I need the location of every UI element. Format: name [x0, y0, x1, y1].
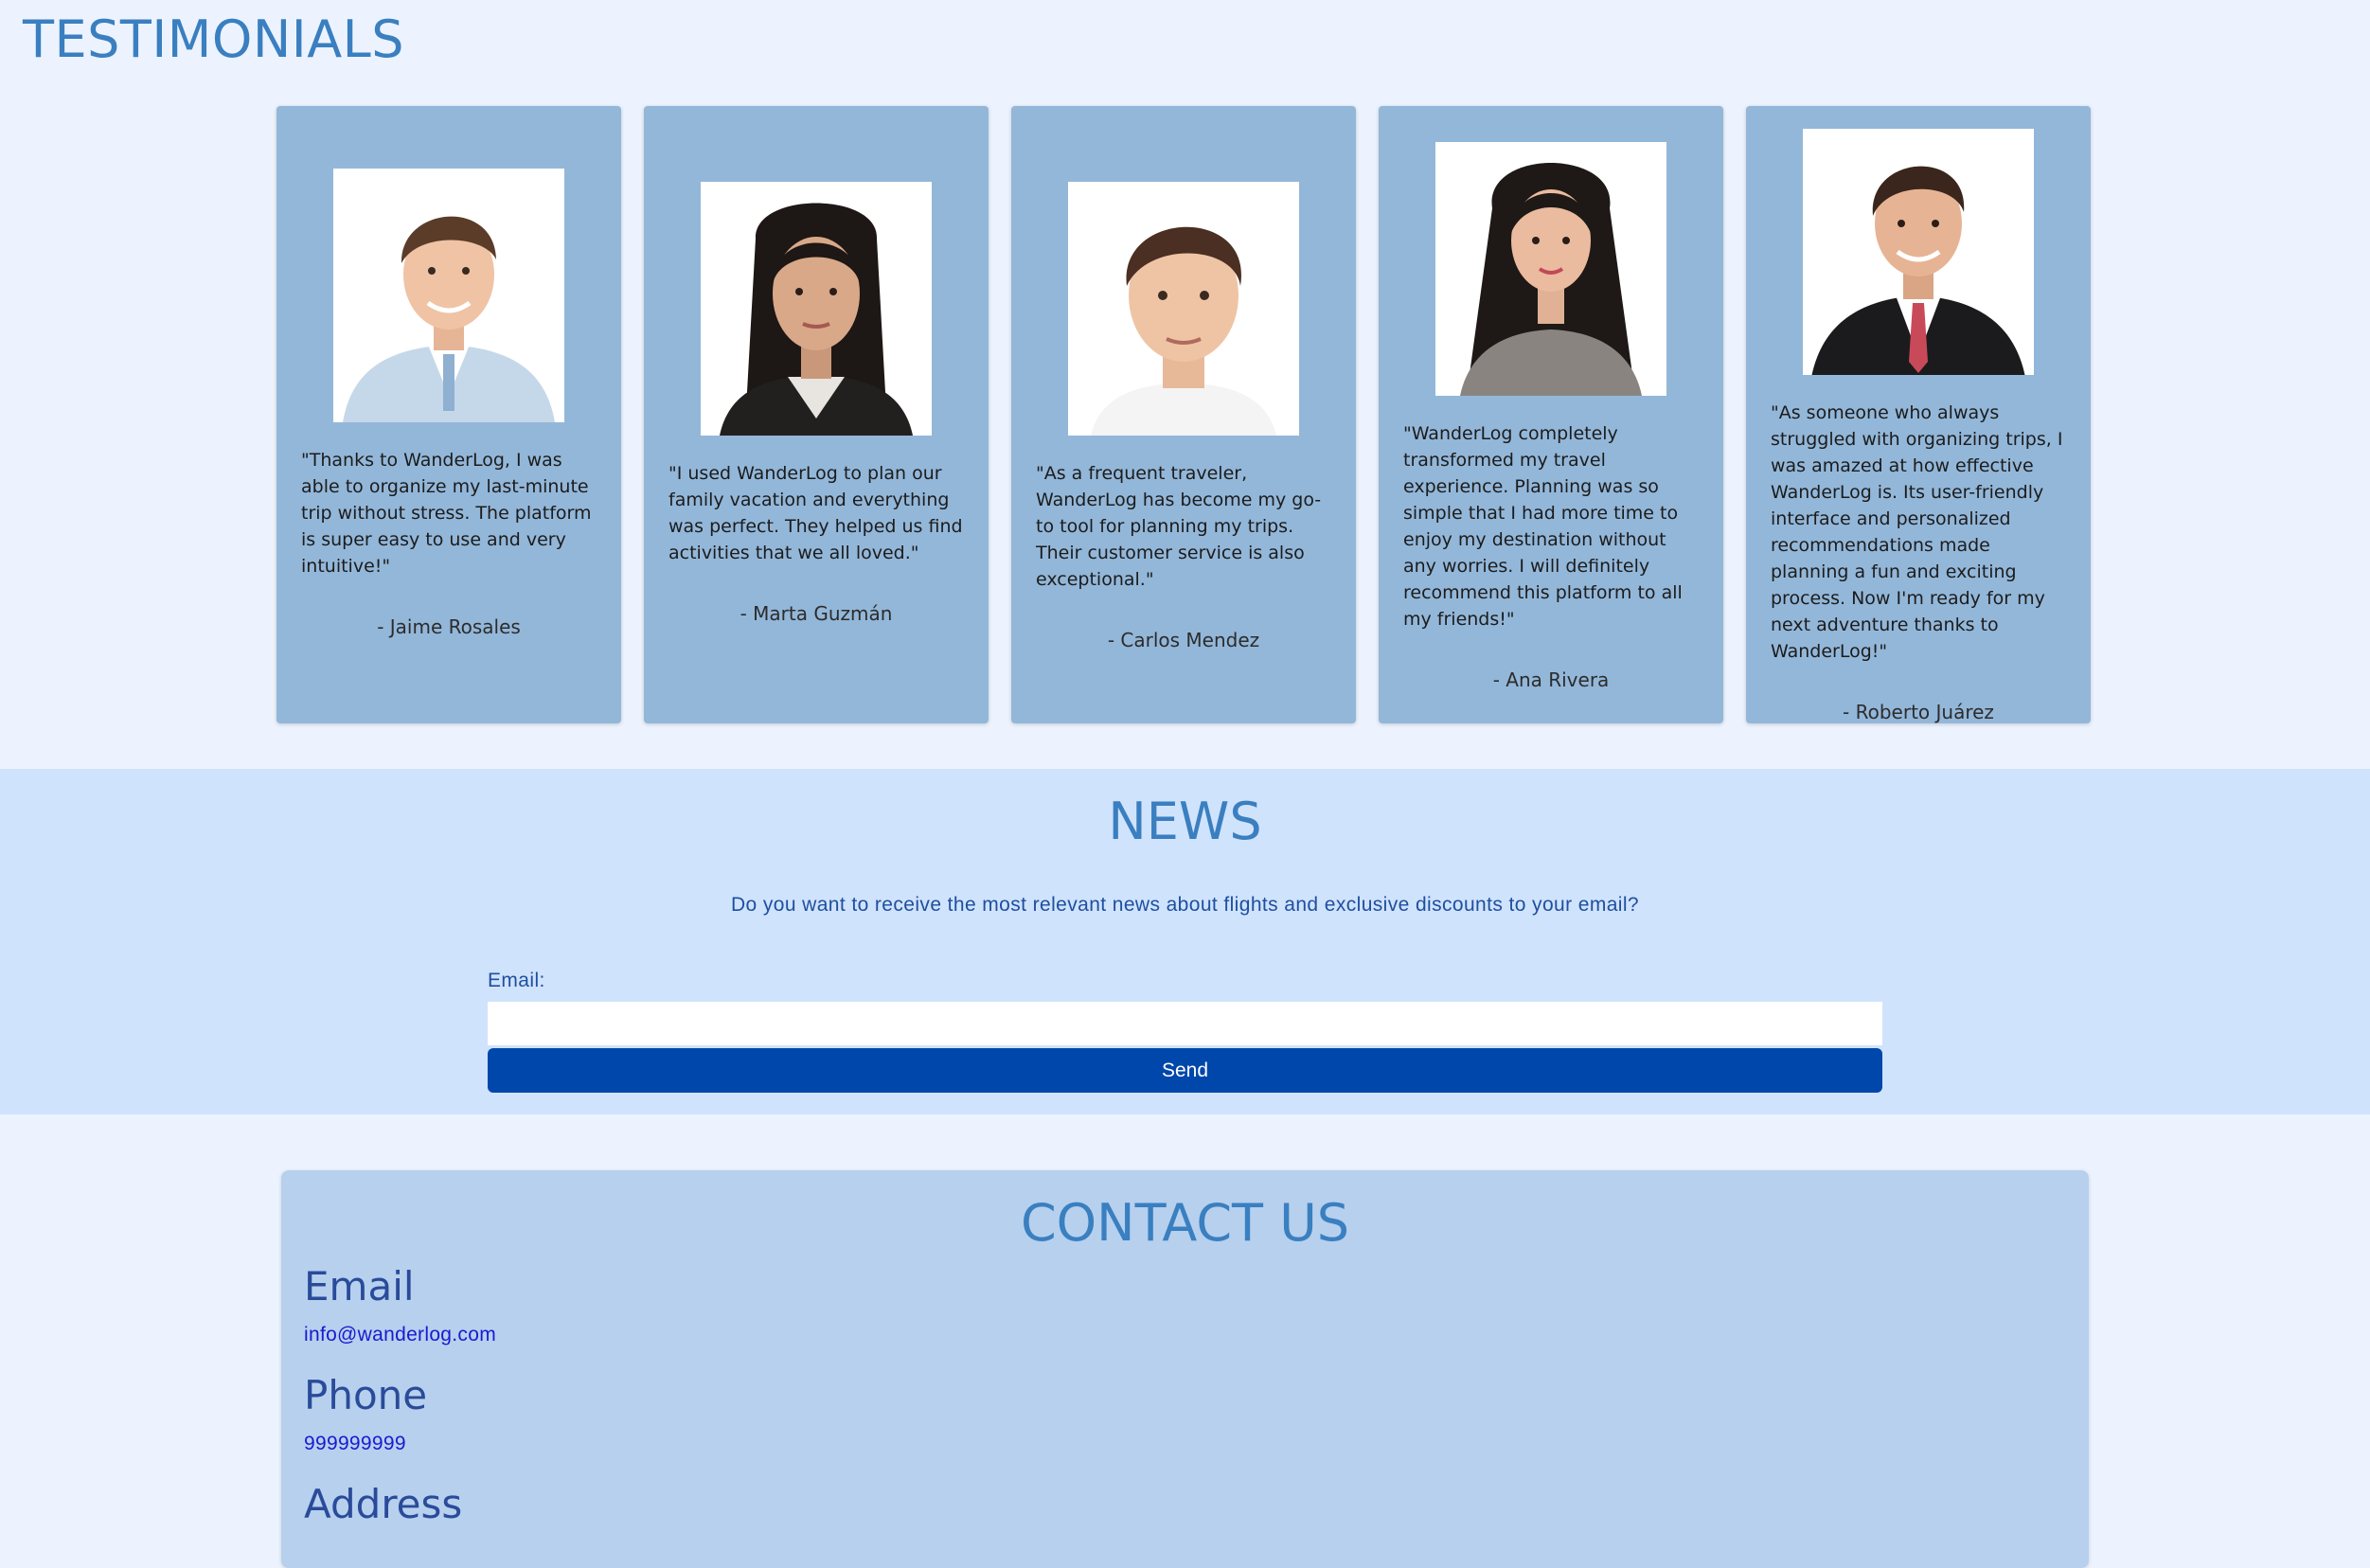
avatar-jaime-illustration	[333, 169, 564, 422]
testimonial-card: "I used WanderLog to plan our family vac…	[644, 106, 989, 723]
news-section: NEWS Do you want to receive the most rel…	[0, 769, 2370, 1114]
woman-long-hair-photo	[1435, 142, 1666, 396]
contact-address-heading: Address	[304, 1481, 463, 1527]
avatar-roberto-illustration	[1803, 129, 2034, 375]
testimonial-card: "WanderLog completely transformed my tra…	[1379, 106, 1723, 723]
send-button[interactable]: Send	[488, 1048, 1882, 1093]
email-label: Email:	[488, 970, 545, 991]
man-black-suit-photo	[1803, 129, 2034, 375]
man-light-blue-suit-photo	[333, 169, 564, 422]
contact-email-link[interactable]: info@wanderlog.com	[304, 1324, 496, 1346]
testimonial-quote: "WanderLog completely transformed my tra…	[1403, 423, 1683, 630]
testimonial-card: "Thanks to WanderLog, I was able to orga…	[276, 106, 621, 723]
testimonial-quote: "As someone who always struggled with or…	[1771, 402, 2063, 662]
news-description: Do you want to receive the most relevant…	[730, 894, 1640, 916]
woman-dark-hair-photo	[701, 182, 932, 436]
testimonial-quote: "I used WanderLog to plan our family vac…	[668, 463, 963, 563]
testimonial-card: "As someone who always struggled with or…	[1746, 106, 2091, 723]
testimonial-quote: "As a frequent traveler, WanderLog has b…	[1036, 463, 1322, 590]
contact-section: CONTACT US Email info@wanderlog.com Phon…	[281, 1170, 2089, 1568]
avatar-marta-illustration	[701, 182, 932, 436]
testimonial-quote: "Thanks to WanderLog, I was able to orga…	[301, 450, 592, 577]
email-input[interactable]	[488, 1002, 1882, 1045]
testimonial-author: - Ana Rivera	[1492, 668, 1610, 691]
contact-email-heading: Email	[304, 1263, 415, 1310]
man-white-shirt-photo	[1068, 182, 1299, 436]
testimonials-title: TESTIMONIALS	[23, 9, 405, 69]
contact-phone-link[interactable]: 999999999	[304, 1433, 406, 1455]
news-title: NEWS	[1108, 792, 1262, 851]
contact-title: CONTACT US	[1020, 1193, 1350, 1253]
avatar-carlos-illustration	[1068, 182, 1299, 436]
testimonial-card: "As a frequent traveler, WanderLog has b…	[1011, 106, 1356, 723]
testimonial-cards: "Thanks to WanderLog, I was able to orga…	[276, 106, 2091, 723]
avatar-ana-illustration	[1435, 142, 1666, 396]
contact-phone-heading: Phone	[304, 1372, 428, 1418]
testimonials-section: TESTIMONIALS "Thanks to WanderLog, I was…	[0, 0, 2370, 769]
testimonial-author: - Roberto Juárez	[1843, 701, 1994, 723]
testimonial-author: - Marta Guzmán	[740, 602, 893, 625]
testimonial-author: - Jaime Rosales	[377, 615, 521, 638]
testimonial-author: - Carlos Mendez	[1107, 629, 1260, 651]
